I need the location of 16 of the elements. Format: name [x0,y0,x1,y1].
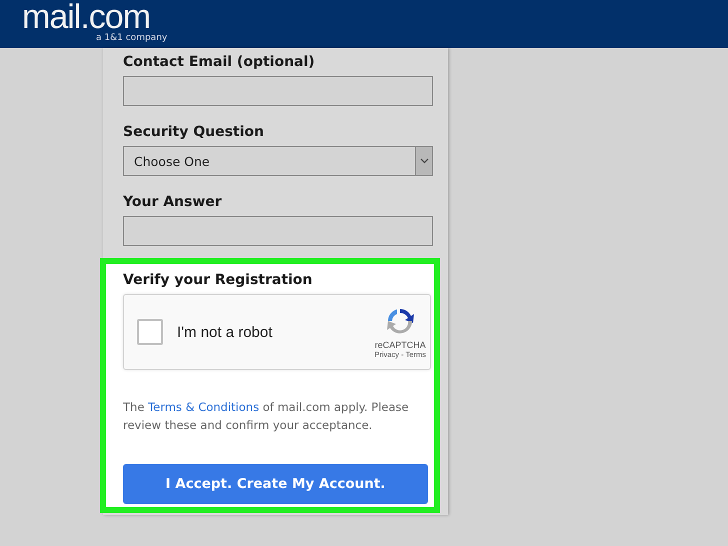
logo[interactable]: mail.com [22,0,150,34]
field-label: Contact Email (optional) [123,54,316,70]
field-label: Your Answer [123,194,223,210]
section-title: Verify your Registration [123,272,314,288]
checkbox-label: I'm not a robot [177,324,274,340]
chevron-down-icon [420,158,428,164]
checkbox[interactable] [137,319,163,345]
input-field[interactable] [123,76,433,106]
input-field[interactable] [123,216,433,246]
select-field[interactable]: Choose One [123,146,433,176]
field-label: Security Question [123,124,266,140]
create-account-button[interactable]: I Accept. Create My Account. [123,464,428,504]
terms-text: The Terms & Conditions of mail.com apply. Please review these and confirm your acceptance. [123,399,410,434]
terms-link[interactable]: Terms & Conditions [148,400,260,414]
captcha-brand: reCAPTCHA [374,340,426,350]
logo-tagline: a 1&1 company [96,33,168,43]
